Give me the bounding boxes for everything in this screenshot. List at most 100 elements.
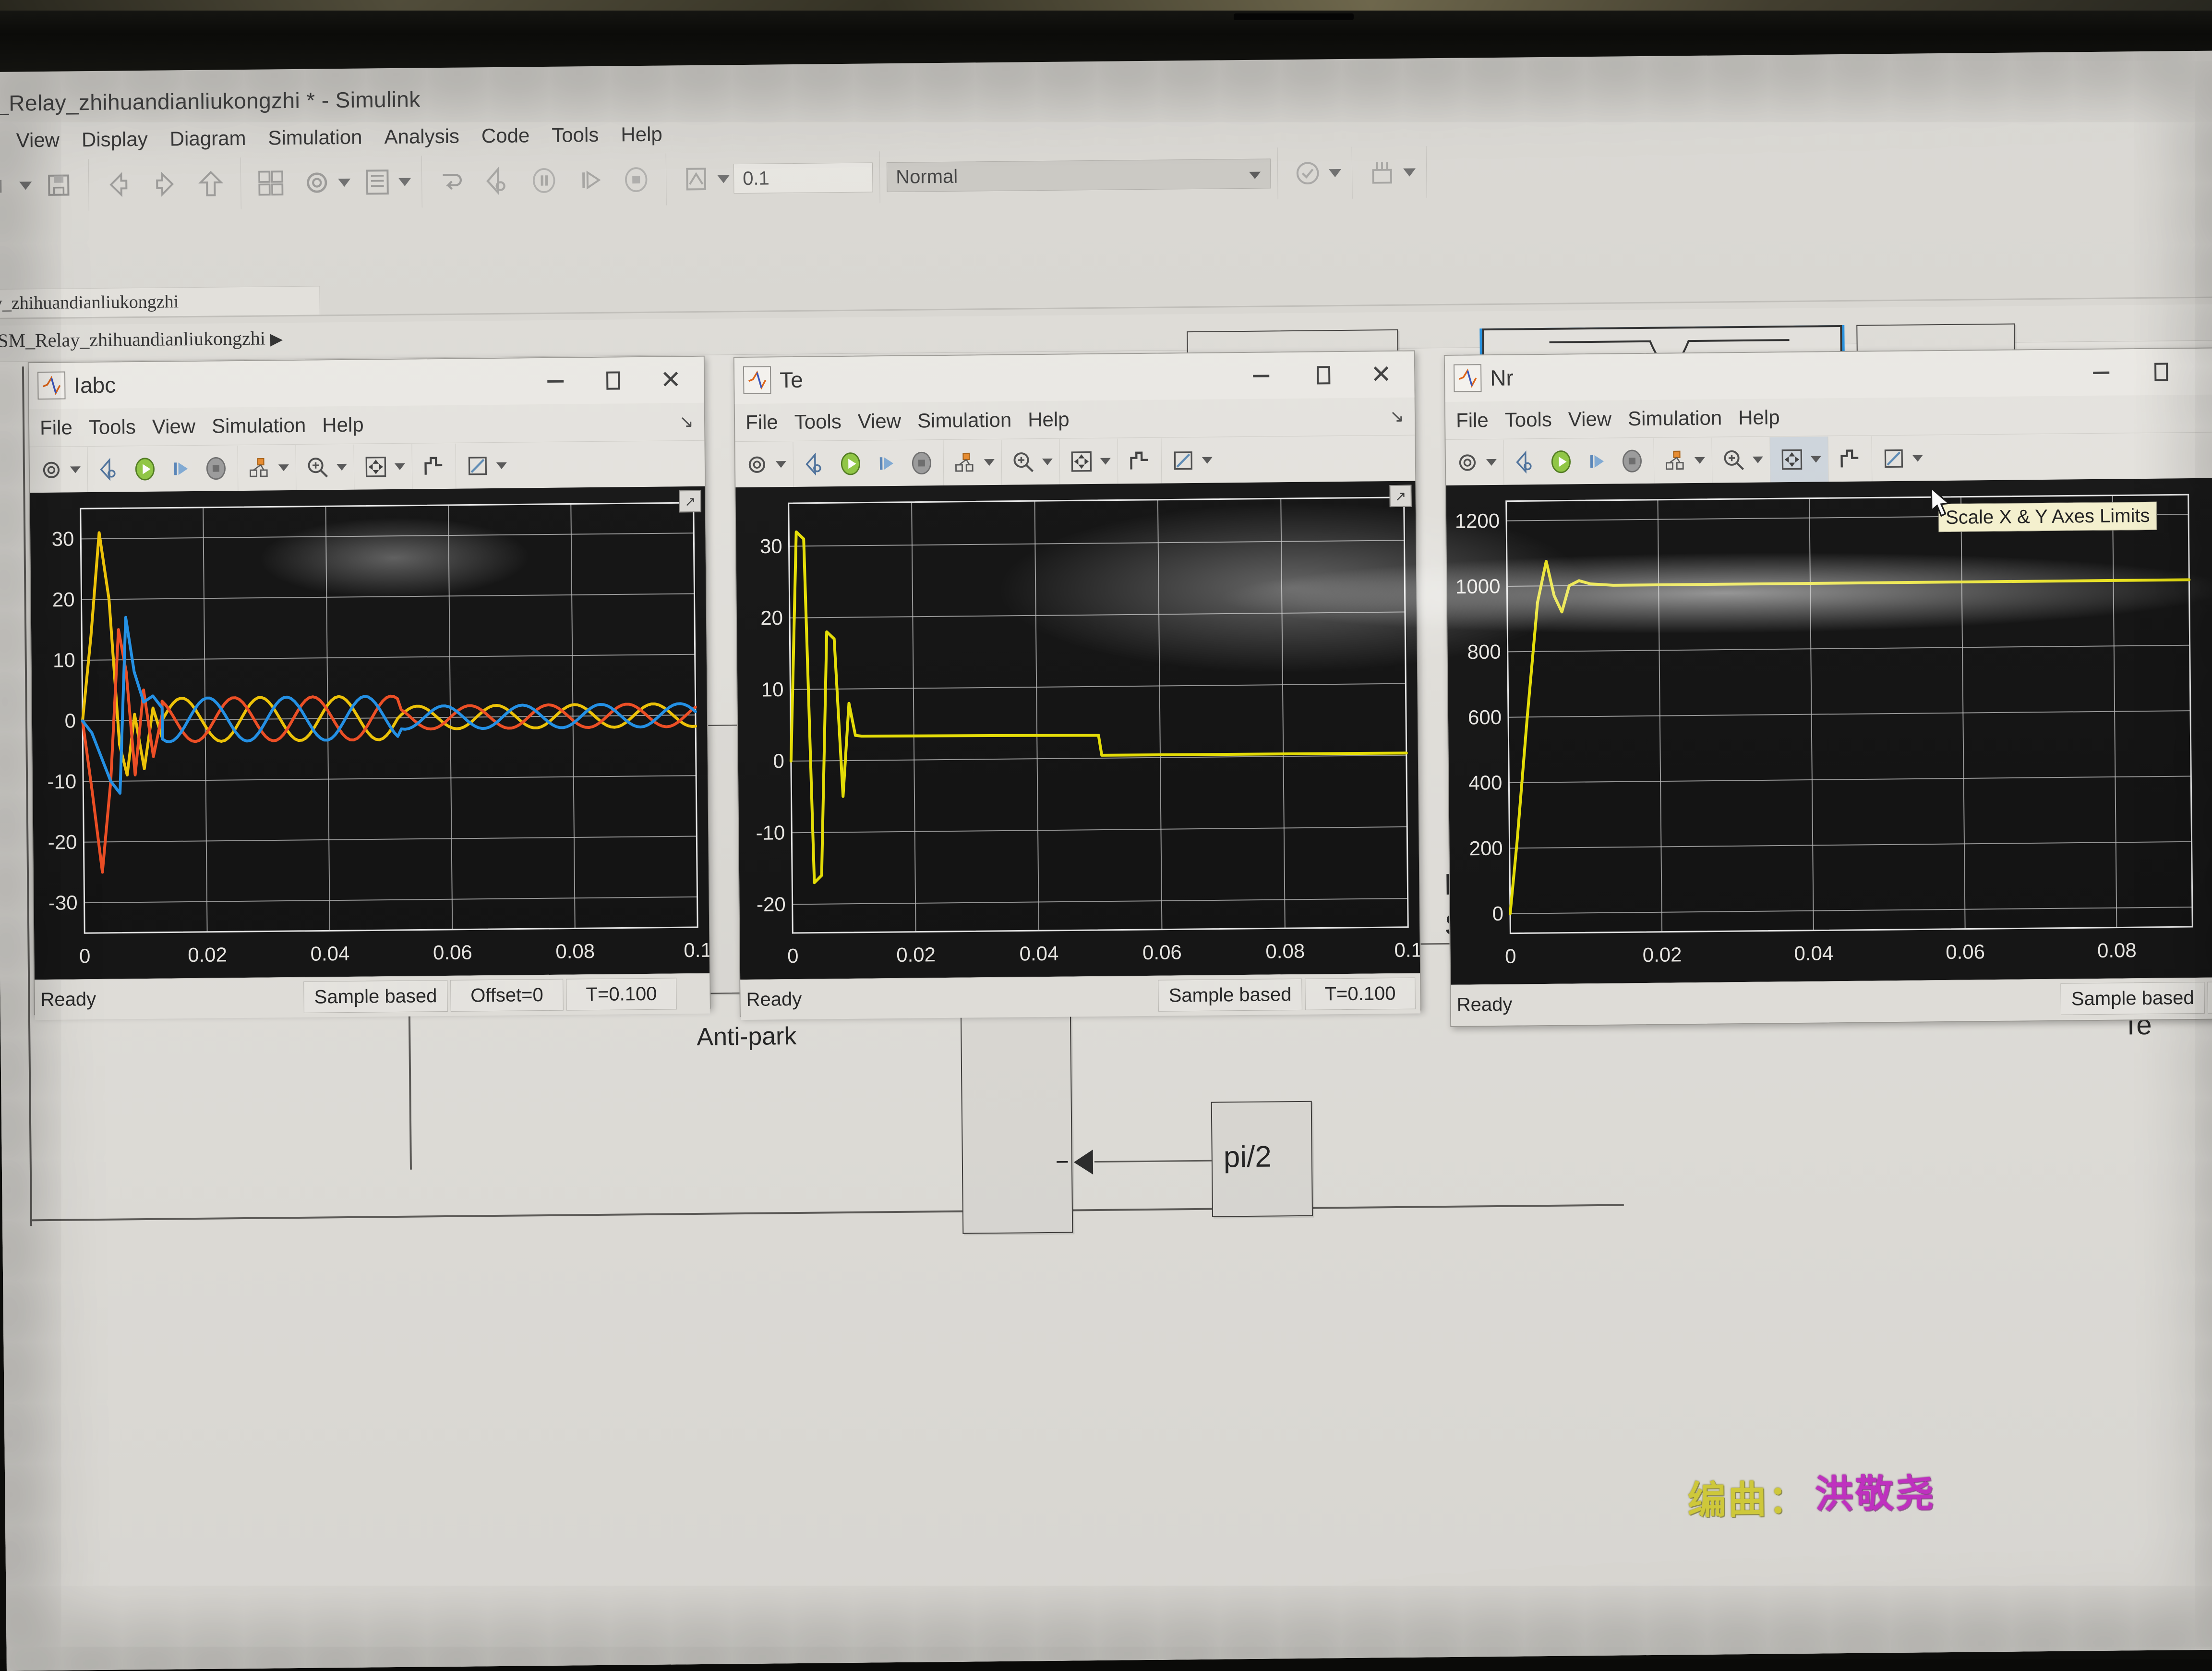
scope-nr-menu-help[interactable]: Help [1738, 406, 1780, 429]
scope-te-menu-tools[interactable]: Tools [794, 410, 842, 434]
menu-overflow-icon[interactable]: ↘ [1390, 406, 1405, 426]
scope-nr-titlebar[interactable]: Nr ✕ [1445, 348, 2212, 402]
back-icon[interactable] [96, 162, 142, 207]
cursor-measurements-icon[interactable] [1166, 441, 1202, 479]
step-forward-icon[interactable] [567, 158, 613, 203]
close-icon[interactable]: ✕ [1363, 360, 1399, 389]
close-icon[interactable]: ✕ [653, 365, 689, 395]
chevron-down-icon[interactable] [1486, 459, 1497, 465]
update-diagram-icon[interactable] [429, 159, 475, 204]
scope-iabc-titlebar[interactable]: Iabc ✕ [29, 357, 704, 409]
scope-window-te[interactable]: Te ✕ File Tools View Simulation Help ↘ [733, 351, 1421, 1017]
menu-item-diagram[interactable]: Diagram [169, 127, 246, 151]
model-settings-icon[interactable] [294, 160, 340, 205]
chevron-down-icon[interactable] [1042, 458, 1053, 465]
scale-axes-limits-icon[interactable] [416, 447, 452, 485]
simulation-stepping-icon[interactable] [673, 157, 720, 201]
scope-te-menu-view[interactable]: View [858, 410, 902, 433]
forward-icon[interactable] [142, 162, 188, 206]
chevron-down-icon[interactable] [395, 463, 405, 470]
minimize-icon[interactable] [1243, 361, 1279, 390]
menu-item-view[interactable]: View [16, 129, 60, 152]
menu-item-tools[interactable]: Tools [552, 123, 599, 147]
library-browser-icon[interactable] [248, 161, 294, 206]
minimize-icon[interactable] [538, 366, 574, 396]
stop-icon[interactable] [904, 444, 940, 482]
run-icon[interactable] [833, 445, 869, 483]
pause-icon[interactable] [521, 158, 567, 203]
autoscale-icon[interactable] [358, 448, 394, 485]
simulation-stop-time-input[interactable]: 0.1 [733, 162, 873, 194]
scope-nr-menu-tools[interactable]: Tools [1505, 408, 1552, 432]
scale-axes-limits-icon[interactable] [1122, 442, 1158, 480]
scope-window-iabc[interactable]: Iabc ✕ File Tools View Simulation Help ↘ [28, 356, 711, 1015]
scope-iabc-plot[interactable]: -30-20-10010203000.020.040.060.080.1 ↗ [30, 486, 709, 980]
chevron-down-icon[interactable] [70, 466, 81, 473]
configuration-properties-icon[interactable] [1450, 444, 1486, 482]
expand-plot-icon[interactable]: ↗ [1389, 485, 1411, 507]
expand-plot-icon[interactable]: ↗ [679, 490, 701, 512]
chevron-down-icon[interactable] [278, 464, 289, 471]
maximize-icon[interactable] [595, 366, 631, 395]
scope-window-nr[interactable]: Nr ✕ File Tools View Simulation Help [1444, 347, 2212, 1027]
scope-iabc-menu-file[interactable]: File [40, 416, 72, 439]
chevron-down-icon[interactable] [496, 462, 507, 469]
scope-iabc-menu-view[interactable]: View [152, 415, 196, 438]
zoom-in-icon[interactable] [300, 448, 336, 486]
menu-item-display[interactable]: Display [82, 128, 148, 151]
chevron-right-icon[interactable]: ▶ [270, 330, 283, 348]
stop-icon[interactable] [1614, 442, 1650, 480]
fast-restart-icon[interactable] [475, 158, 521, 203]
autoscale-icon[interactable] [1774, 440, 1810, 478]
cursor-measurements-icon[interactable] [460, 447, 496, 484]
close-icon[interactable]: ✕ [2203, 357, 2212, 386]
scope-nr-menu-simulation[interactable]: Simulation [1628, 406, 1722, 430]
scope-nr-menu-view[interactable]: View [1568, 408, 1612, 431]
chevron-down-icon[interactable] [1100, 458, 1111, 464]
run-icon[interactable] [127, 450, 163, 488]
scope-te-menu-simulation[interactable]: Simulation [917, 409, 1012, 433]
scope-iabc-menu-tools[interactable]: Tools [89, 415, 136, 439]
menu-item-analysis[interactable]: Analysis [384, 125, 459, 148]
zoom-in-icon[interactable] [1716, 441, 1752, 479]
minimize-icon[interactable] [2083, 358, 2119, 387]
scope-nr-menu-file[interactable]: File [1456, 409, 1489, 432]
run-check-icon[interactable] [1285, 151, 1331, 195]
configuration-properties-icon[interactable] [34, 451, 70, 489]
stop-icon[interactable] [613, 157, 660, 202]
new-model-icon[interactable] [0, 163, 22, 208]
autoscale-icon[interactable] [1064, 442, 1100, 480]
chevron-down-icon[interactable] [984, 459, 995, 465]
chevron-down-icon[interactable] [1753, 456, 1763, 463]
signal-selector-icon[interactable] [948, 444, 984, 482]
zoom-in-icon[interactable] [1006, 443, 1042, 481]
menu-item-help[interactable]: Help [621, 123, 662, 146]
data-inspector-icon[interactable] [1359, 150, 1406, 195]
scope-nr-plot[interactable]: 02004006008001000120000.020.040.060.08 ↗ [1446, 478, 2212, 985]
save-icon[interactable] [36, 163, 82, 207]
print-icon[interactable] [92, 450, 128, 488]
scope-iabc-menu-simulation[interactable]: Simulation [212, 414, 306, 438]
signal-selector-icon[interactable] [242, 449, 278, 487]
scope-te-menu-file[interactable]: File [745, 411, 778, 434]
print-icon[interactable] [797, 445, 833, 483]
chevron-down-icon[interactable] [1811, 456, 1821, 462]
scale-axes-limits-icon[interactable] [1832, 440, 1868, 478]
maximize-icon[interactable] [1306, 361, 1342, 390]
menu-item-simulation[interactable]: Simulation [268, 126, 362, 150]
maximize-icon[interactable] [2143, 357, 2179, 387]
simulation-mode-select[interactable]: Normal [887, 158, 1271, 192]
step-forward-icon[interactable] [868, 444, 904, 482]
scope-te-menu-help[interactable]: Help [1028, 408, 1070, 431]
chevron-down-icon[interactable] [1249, 172, 1261, 179]
menu-overflow-icon[interactable]: ↘ [679, 412, 694, 432]
scope-te-titlebar[interactable]: Te ✕ [734, 351, 1415, 404]
scope-te-plot[interactable]: -20-10010203000.020.040.060.080.1 ↗ [735, 481, 1420, 980]
step-forward-icon[interactable] [1579, 442, 1615, 480]
print-icon[interactable] [1508, 443, 1544, 481]
chevron-down-icon[interactable] [1912, 455, 1923, 461]
chevron-down-icon[interactable] [776, 461, 786, 468]
up-icon[interactable] [188, 161, 234, 206]
stop-icon[interactable] [198, 449, 234, 487]
breadcrumb[interactable]: PMSM_Relay_zhihuandianliukongzhi ▶ [0, 327, 283, 352]
